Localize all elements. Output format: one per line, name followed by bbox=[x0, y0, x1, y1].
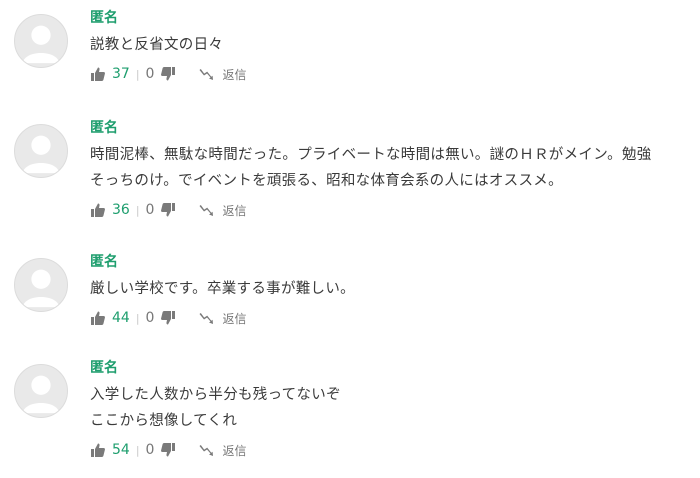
dislike-count: 0 bbox=[145, 66, 155, 82]
comment-list: 匿名 説教と反省文の日々 37 | 0 返信 匿名 時間泥棒、無駄な時間だった。… bbox=[0, 0, 700, 478]
comment-text-line: 厳しい学校です。卒業する事が難しい。 bbox=[90, 281, 355, 297]
comment-text: 厳しい学校です。卒業する事が難しい。 bbox=[90, 276, 692, 302]
reply-label: 返信 bbox=[222, 311, 247, 326]
reply-label: 返信 bbox=[222, 67, 247, 82]
divider: | bbox=[135, 67, 140, 81]
thumbs-down-icon[interactable] bbox=[160, 442, 176, 458]
reply-button[interactable]: 返信 bbox=[198, 442, 246, 459]
default-avatar-icon bbox=[14, 258, 68, 312]
comment-actions: 44 | 0 返信 bbox=[90, 308, 692, 328]
comment-author: 匿名 bbox=[90, 120, 118, 136]
comment-text: 入学した人数から半分も残ってないぞ ここから想像してくれ bbox=[90, 382, 692, 434]
thumbs-down-icon[interactable] bbox=[160, 66, 176, 82]
divider: | bbox=[135, 203, 140, 217]
thumbs-up-icon[interactable] bbox=[90, 202, 106, 218]
divider: | bbox=[135, 311, 140, 325]
comment-actions: 36 | 0 返信 bbox=[90, 200, 692, 220]
thumbs-down-icon[interactable] bbox=[160, 202, 176, 218]
reply-arrow-icon bbox=[198, 310, 214, 326]
comment-text-line: 入学した人数から半分も残ってないぞ bbox=[90, 387, 341, 403]
comment-author: 匿名 bbox=[90, 254, 118, 270]
dislike-count: 0 bbox=[145, 202, 155, 218]
reply-button[interactable]: 返信 bbox=[198, 202, 246, 219]
thumbs-up-icon[interactable] bbox=[90, 310, 106, 326]
reply-button[interactable]: 返信 bbox=[198, 310, 246, 327]
default-avatar-icon bbox=[14, 124, 68, 178]
comment-text-line: ここから想像してくれ bbox=[90, 413, 238, 429]
reply-label: 返信 bbox=[222, 443, 247, 458]
thumbs-up-icon[interactable] bbox=[90, 442, 106, 458]
thumbs-down-icon[interactable] bbox=[160, 310, 176, 326]
thumbs-up-icon[interactable] bbox=[90, 66, 106, 82]
reply-arrow-icon bbox=[198, 442, 214, 458]
comment-body: 匿名 説教と反省文の日々 37 | 0 返信 bbox=[90, 8, 692, 84]
reply-label: 返信 bbox=[222, 203, 247, 218]
comment-text-line: そっちのけ。でイベントを頑張る、昭和な体育会系の人にはオススメ。 bbox=[90, 173, 563, 189]
comment-text: 説教と反省文の日々 bbox=[90, 32, 692, 58]
dislike-count: 0 bbox=[145, 310, 155, 326]
reply-button[interactable]: 返信 bbox=[198, 66, 246, 83]
default-avatar-icon bbox=[14, 364, 68, 418]
comment-body: 匿名 厳しい学校です。卒業する事が難しい。 44 | 0 返信 bbox=[90, 252, 692, 328]
comment-actions: 37 | 0 返信 bbox=[90, 64, 692, 84]
comment-actions: 54 | 0 返信 bbox=[90, 440, 692, 460]
comment-body: 匿名 入学した人数から半分も残ってないぞ ここから想像してくれ 54 | 0 返… bbox=[90, 358, 692, 460]
like-count: 44 bbox=[112, 310, 130, 326]
comment-body: 匿名 時間泥棒、無駄な時間だった。プライベートな時間は無い。謎のＨＲがメイン。勉… bbox=[90, 118, 692, 220]
dislike-count: 0 bbox=[145, 442, 155, 458]
comment-author: 匿名 bbox=[90, 360, 118, 376]
comment-text: 時間泥棒、無駄な時間だった。プライベートな時間は無い。謎のＨＲがメイン。勉強 そ… bbox=[90, 142, 692, 194]
reply-arrow-icon bbox=[198, 202, 214, 218]
comment-text-line: 時間泥棒、無駄な時間だった。プライベートな時間は無い。謎のＨＲがメイン。勉強 bbox=[90, 147, 652, 163]
comment-author: 匿名 bbox=[90, 10, 118, 26]
comment-text-line: 説教と反省文の日々 bbox=[90, 37, 224, 53]
like-count: 36 bbox=[112, 202, 130, 218]
like-count: 54 bbox=[112, 442, 130, 458]
like-count: 37 bbox=[112, 66, 130, 82]
reply-arrow-icon bbox=[198, 66, 214, 82]
default-avatar-icon bbox=[14, 14, 68, 68]
divider: | bbox=[135, 443, 140, 457]
